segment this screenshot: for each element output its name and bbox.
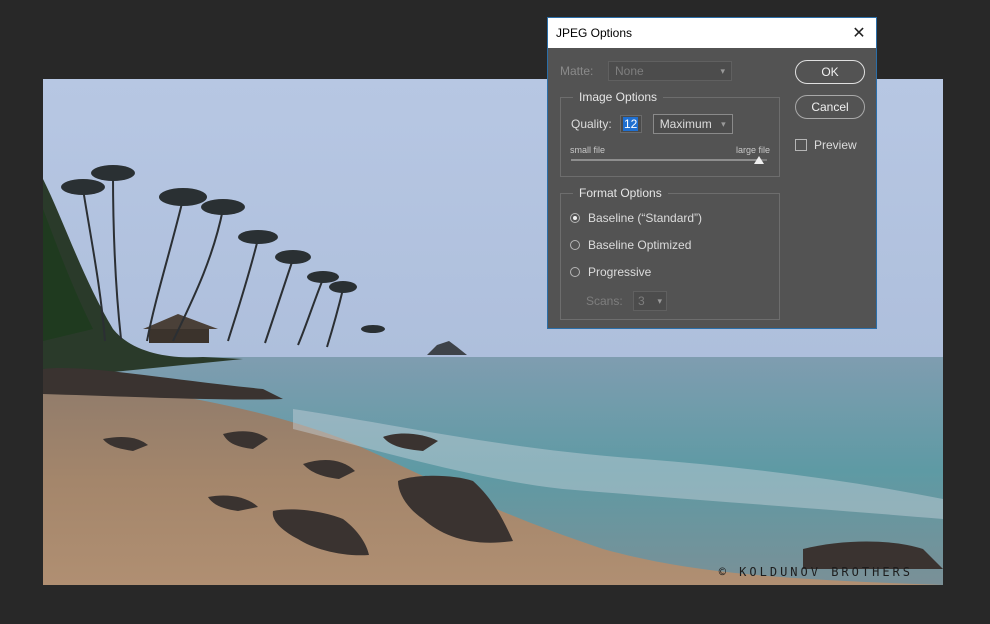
preview-label: Preview bbox=[814, 138, 857, 152]
slider-labels: small file large file bbox=[570, 145, 770, 155]
chevron-down-icon: ▾ bbox=[721, 118, 726, 129]
format-options-title: Format Options bbox=[573, 186, 668, 200]
image-options-title: Image Options bbox=[573, 90, 664, 104]
image-options-group: Image Options Quality: 12 Maximum ▾ smal… bbox=[560, 90, 780, 177]
chevron-down-icon: ▾ bbox=[720, 65, 725, 76]
jpeg-options-dialog: JPEG Options ✕ Matte: None ▾ Image Optio… bbox=[547, 17, 877, 329]
ok-button[interactable]: OK bbox=[795, 60, 865, 84]
format-options-group: Format Options Baseline (“Standard”) Bas… bbox=[560, 186, 780, 320]
slider-max-label: large file bbox=[735, 145, 770, 155]
quality-preset-value: Maximum bbox=[659, 117, 712, 131]
preview-checkbox[interactable] bbox=[795, 139, 807, 151]
matte-label: Matte: bbox=[560, 64, 594, 78]
scans-select[interactable]: 3 ▾ bbox=[633, 291, 667, 311]
slider-fill bbox=[571, 159, 760, 161]
scans-label: Scans: bbox=[586, 294, 623, 308]
close-icon[interactable]: ✕ bbox=[850, 23, 868, 43]
slider-min-label: small file bbox=[570, 145, 606, 155]
matte-row: Matte: None ▾ bbox=[560, 61, 732, 81]
radio-label: Baseline (“Standard”) bbox=[588, 211, 703, 225]
radio-label: Baseline Optimized bbox=[588, 238, 692, 252]
dialog-titlebar[interactable]: JPEG Options ✕ bbox=[548, 18, 876, 48]
radio-progressive[interactable]: Progressive bbox=[570, 265, 651, 279]
radio-button[interactable] bbox=[570, 213, 580, 223]
radio-button[interactable] bbox=[570, 240, 580, 250]
slider-thumb[interactable] bbox=[754, 156, 765, 164]
matte-value: None bbox=[615, 64, 644, 78]
quality-value: 12 bbox=[623, 117, 639, 131]
quality-preset-select[interactable]: Maximum ▾ bbox=[652, 114, 733, 134]
quality-row: Quality: 12 Maximum ▾ bbox=[571, 114, 733, 134]
scans-value: 3 bbox=[638, 294, 645, 308]
watermark-text: © KOLDUNOV BROTHERS bbox=[718, 565, 913, 579]
quality-input[interactable]: 12 bbox=[619, 115, 642, 133]
cancel-button[interactable]: Cancel bbox=[795, 95, 865, 119]
chevron-down-icon: ▾ bbox=[657, 295, 662, 306]
scans-row: Scans: 3 ▾ bbox=[586, 291, 667, 311]
radio-baseline-standard[interactable]: Baseline (“Standard”) bbox=[570, 211, 702, 225]
matte-select[interactable]: None ▾ bbox=[608, 61, 732, 81]
radio-label: Progressive bbox=[588, 265, 652, 279]
dialog-title: JPEG Options bbox=[556, 26, 633, 40]
quality-slider[interactable] bbox=[571, 156, 767, 164]
quality-label: Quality: bbox=[571, 117, 612, 131]
radio-button[interactable] bbox=[570, 267, 580, 277]
preview-checkbox-row[interactable]: Preview bbox=[795, 138, 857, 152]
radio-baseline-optimized[interactable]: Baseline Optimized bbox=[570, 238, 691, 252]
